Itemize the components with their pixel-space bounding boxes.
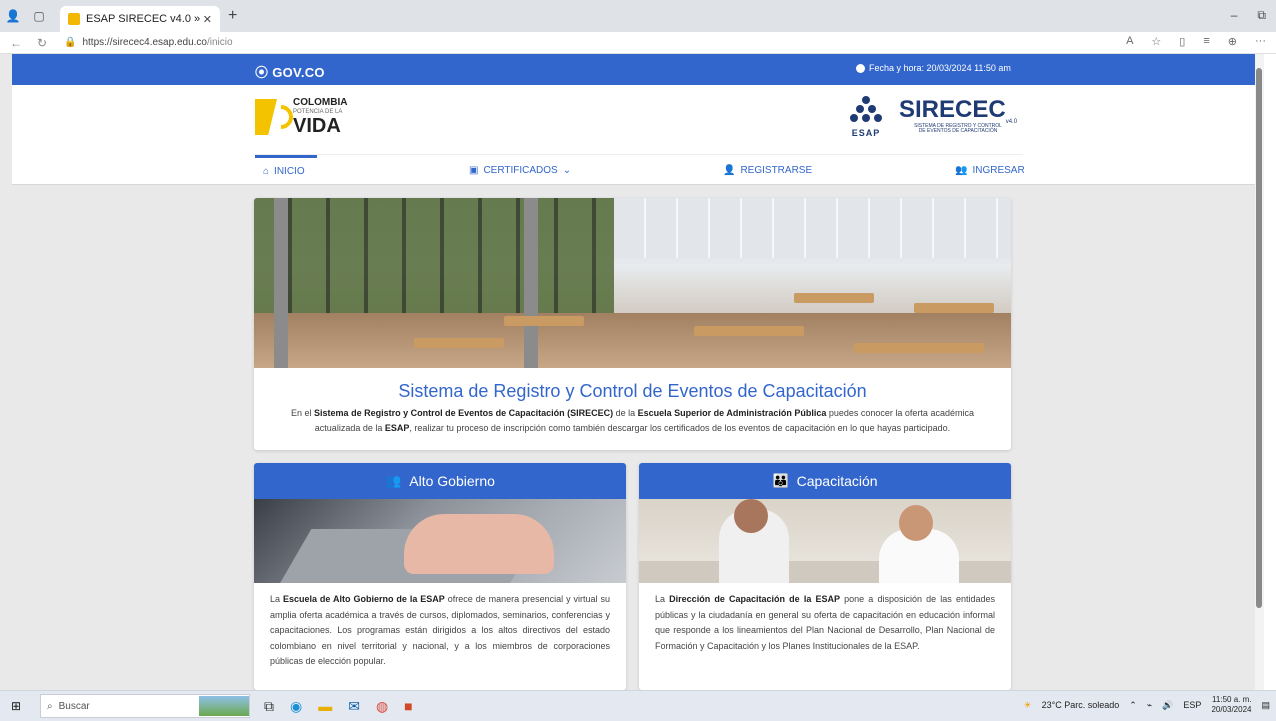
- back-icon[interactable]: ←: [6, 36, 26, 50]
- esap-logo-icon: ESAP: [843, 96, 889, 138]
- mail-icon[interactable]: ✉: [348, 698, 360, 715]
- window-controls: – ⧉: [1231, 8, 1266, 23]
- chrome-icon[interactable]: ◍: [376, 698, 388, 715]
- datetime-display: Fecha y hora: 20/03/2024 11:50 am: [856, 63, 1011, 73]
- colombia-potencia-logo: COLOMBIA POTENCIA DE LA VIDA: [255, 98, 347, 136]
- favorites-icon[interactable]: ≡: [1203, 35, 1209, 48]
- new-tab-button[interactable]: +: [228, 7, 237, 25]
- tab-actions-icon[interactable]: ▢: [26, 0, 52, 32]
- sirecec-logo: ESAP SIRECECv4.0 SISTEMA DE REGISTRO Y C…: [843, 95, 1018, 138]
- address-bar: ← ↻ 🔒 https://sirecec4.esap.edu.co/inici…: [0, 32, 1276, 54]
- users-icon: 👥: [955, 164, 968, 176]
- menu-ingresar[interactable]: 👥 INGRESAR: [955, 155, 1025, 185]
- tray-chevron-icon[interactable]: ⌃: [1129, 700, 1137, 711]
- tab-close-icon[interactable]: ✕: [203, 13, 212, 26]
- split-screen-icon[interactable]: ▯: [1179, 35, 1185, 48]
- menu-inicio[interactable]: ⌂ INICIO: [255, 155, 317, 185]
- system-tray: ☀ 23°C Parc. soleado ⌃ ⌁ 🔊 ESP 11:50 a. …: [1024, 695, 1271, 715]
- sirecec-title: SIRECEC: [899, 95, 1006, 123]
- taskbar-apps: ⧉ ◉ ▬ ✉ ◍ ■: [264, 698, 413, 715]
- tab-favicon-icon: [68, 13, 80, 25]
- volume-icon[interactable]: 🔊: [1162, 700, 1173, 711]
- gov-bar: ⦿ GOV.CO Fecha y hora: 20/03/2024 11:50 …: [12, 54, 1255, 85]
- laptop-typing-photo: [254, 499, 626, 583]
- windows-start-icon[interactable]: ⊞: [0, 699, 32, 713]
- library-photo: [254, 198, 1011, 368]
- taskbar-clock[interactable]: 11:50 a. m. 20/03/2024: [1211, 695, 1251, 715]
- url-host: https://sirecec4.esap.edu.co: [82, 37, 207, 48]
- url-field[interactable]: 🔒 https://sirecec4.esap.edu.co/inicio: [64, 37, 233, 48]
- menu-certificados[interactable]: ▣ CERTIFICADOS ⌄: [469, 155, 571, 185]
- browser-sidebar: [1264, 54, 1276, 690]
- gov-co-icon: ⦿: [255, 65, 273, 80]
- task-view-icon[interactable]: ⧉: [264, 698, 274, 715]
- windows-taskbar: ⊞ ⌕ Buscar ⧉ ◉ ▬ ✉ ◍ ■ ☀ 23°C Parc. sole…: [0, 690, 1276, 721]
- main-menu: ⌂ INICIO ▣ CERTIFICADOS ⌄ 👤 REGISTRARSE …: [255, 154, 1025, 185]
- lock-icon: 🔒: [64, 37, 77, 48]
- alto-gobierno-title: Alto Gobierno: [409, 473, 495, 489]
- alto-gobierno-text: La Escuela de Alto Gobierno de la ESAP o…: [270, 594, 610, 666]
- capacitacion-header[interactable]: 👪 Capacitación: [639, 463, 1011, 499]
- favorite-star-icon[interactable]: ☆: [1151, 35, 1161, 48]
- office-meeting-photo: [639, 499, 1011, 583]
- search-highlight-image: [199, 696, 249, 716]
- menu-registrarse[interactable]: 👤 REGISTRARSE: [723, 155, 812, 185]
- notifications-icon[interactable]: ▤: [1261, 700, 1270, 711]
- address-tools: A ☆ ▯ ≡ ⊕ ···: [1126, 35, 1266, 48]
- scrollbar-thumb[interactable]: [1256, 68, 1262, 608]
- certificate-icon: ▣: [469, 164, 479, 176]
- browser-tabbar: 👤 ▢ ESAP SIRECEC v4.0 » Inicio ✕ + – ⧉: [0, 0, 1276, 32]
- group-icon: 👥: [385, 473, 402, 488]
- browser-tab[interactable]: ESAP SIRECEC v4.0 » Inicio ✕: [60, 6, 220, 32]
- alto-gobierno-card[interactable]: 👥 Alto Gobierno La Escuela de Alto Gobie…: [254, 463, 626, 690]
- file-explorer-icon[interactable]: ▬: [318, 698, 332, 715]
- collections-icon[interactable]: ⊕: [1228, 35, 1237, 48]
- weather-text[interactable]: 23°C Parc. soleado: [1042, 700, 1120, 710]
- restore-icon[interactable]: ⧉: [1257, 8, 1266, 23]
- profile-icon[interactable]: 👤: [0, 0, 26, 32]
- powerpoint-icon[interactable]: ■: [404, 698, 412, 715]
- capacitacion-card[interactable]: 👪 Capacitación La Dirección de Capacitac…: [639, 463, 1011, 690]
- hero-card: Sistema de Registro y Control de Eventos…: [254, 198, 1011, 450]
- sirecec-subtitle-2: DE EVENTOS DE CAPACITACIÓN: [918, 128, 998, 135]
- colombia-emblem-icon: [255, 99, 298, 135]
- hero-description: En el Sistema de Registro y Control de E…: [291, 408, 974, 433]
- site-header: COLOMBIA POTENCIA DE LA VIDA ESAP SIRECE…: [12, 85, 1255, 185]
- page-scrollbar[interactable]: [1255, 54, 1264, 690]
- vida-text: VIDA: [293, 115, 341, 137]
- capacitacion-text: La Dirección de Capacitación de la ESAP …: [655, 594, 995, 651]
- language-indicator[interactable]: ESP: [1183, 700, 1201, 710]
- edge-browser-icon[interactable]: ◉: [290, 698, 302, 715]
- chevron-down-icon: ⌄: [562, 164, 572, 176]
- clock-icon: [856, 63, 865, 73]
- network-icon[interactable]: ⌁: [1147, 700, 1152, 711]
- url-path: /inicio: [206, 37, 233, 48]
- taskbar-search[interactable]: ⌕ Buscar: [40, 694, 250, 718]
- more-options-icon[interactable]: ···: [1255, 35, 1266, 48]
- minimize-icon[interactable]: –: [1231, 8, 1238, 23]
- alto-gobierno-header[interactable]: 👥 Alto Gobierno: [254, 463, 626, 499]
- gov-co-logo[interactable]: ⦿ GOV.CO: [255, 62, 325, 81]
- search-icon: ⌕: [47, 700, 53, 712]
- sirecec-version: v4.0: [1005, 118, 1018, 125]
- people-icon: 👪: [772, 473, 789, 488]
- hero-title: Sistema de Registro y Control de Eventos…: [398, 381, 867, 401]
- search-placeholder: Buscar: [58, 700, 90, 712]
- refresh-icon[interactable]: ↻: [32, 36, 52, 50]
- page-viewport: ⦿ GOV.CO Fecha y hora: 20/03/2024 11:50 …: [0, 54, 1255, 690]
- weather-icon: ☀: [1023, 699, 1032, 710]
- tab-title: ESAP SIRECEC v4.0 » Inicio: [86, 13, 203, 25]
- colombia-text: COLOMBIA: [293, 97, 348, 108]
- capacitacion-title: Capacitación: [796, 473, 878, 489]
- home-icon: ⌂: [263, 166, 270, 177]
- user-plus-icon: 👤: [723, 164, 736, 176]
- datetime-text: Fecha y hora: 20/03/2024 11:50 am: [869, 63, 1011, 73]
- read-aloud-icon[interactable]: A: [1126, 35, 1133, 48]
